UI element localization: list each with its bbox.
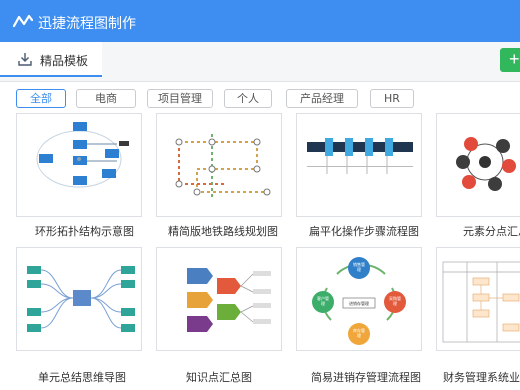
filter-all[interactable]: 全部 [16, 89, 66, 108]
zigzag-logo-icon [12, 14, 34, 28]
tab-templates[interactable]: 精品模板 [0, 42, 102, 77]
template-card-mind-map[interactable] [16, 247, 142, 351]
template-card-knowledge-summary[interactable] [156, 247, 282, 351]
template-thumbnail [442, 261, 520, 343]
thumb-node-text: 销售管理 [353, 262, 365, 272]
thumb-node-text: 采购管理 [389, 296, 401, 306]
template-card-finance-system[interactable] [436, 247, 520, 351]
title-bar: 迅捷流程图制作 [0, 0, 520, 42]
template-thumbnail [36, 122, 129, 188]
filter-ecommerce[interactable]: 电商 [76, 89, 136, 108]
filter-project-management[interactable]: 项目管理 [147, 89, 213, 108]
template-label: 简易进销存管理流程图 [311, 371, 421, 384]
template-label: 财务管理系统业务 [443, 371, 520, 384]
thumb-node-text: 库存管理 [353, 328, 365, 338]
add-button[interactable]: + [500, 48, 520, 72]
thumb-node-text: 客户管理 [317, 296, 329, 306]
download-icon [18, 53, 32, 66]
template-card-subway-map[interactable] [156, 113, 282, 217]
template-label: 知识点汇总图 [186, 371, 252, 384]
template-thumbnail [456, 137, 516, 191]
template-label: 扁平化操作步骤流程图 [309, 225, 419, 238]
template-card-inventory-flow[interactable]: 销售管理 采购管理 库存管理 进销存管理 客户管理 [296, 247, 422, 351]
template-label: 精简版地铁路线规划图 [168, 225, 278, 238]
template-label: 元素分点汇总 [463, 225, 520, 238]
tab-templates-label: 精品模板 [40, 54, 89, 68]
template-label: 单元总结思维导图 [38, 371, 126, 384]
template-thumbnail [187, 268, 271, 332]
template-thumbnail [307, 138, 413, 174]
template-thumbnail [27, 266, 135, 332]
filter-hr[interactable]: HR [370, 89, 414, 108]
thumb-node-text: 进销存管理 [349, 301, 369, 306]
template-card-ring-topology[interactable] [16, 113, 142, 217]
filter-personal[interactable]: 个人 [224, 89, 272, 108]
app-title: 迅捷流程图制作 [38, 16, 136, 32]
template-thumbnail [175, 134, 271, 199]
template-card-elements-summary[interactable] [436, 113, 520, 217]
plus-icon: + [509, 49, 520, 69]
filter-product-manager[interactable]: 产品经理 [286, 89, 358, 108]
template-label: 环形拓扑结构示意图 [35, 225, 134, 238]
template-card-flat-steps[interactable] [296, 113, 422, 217]
